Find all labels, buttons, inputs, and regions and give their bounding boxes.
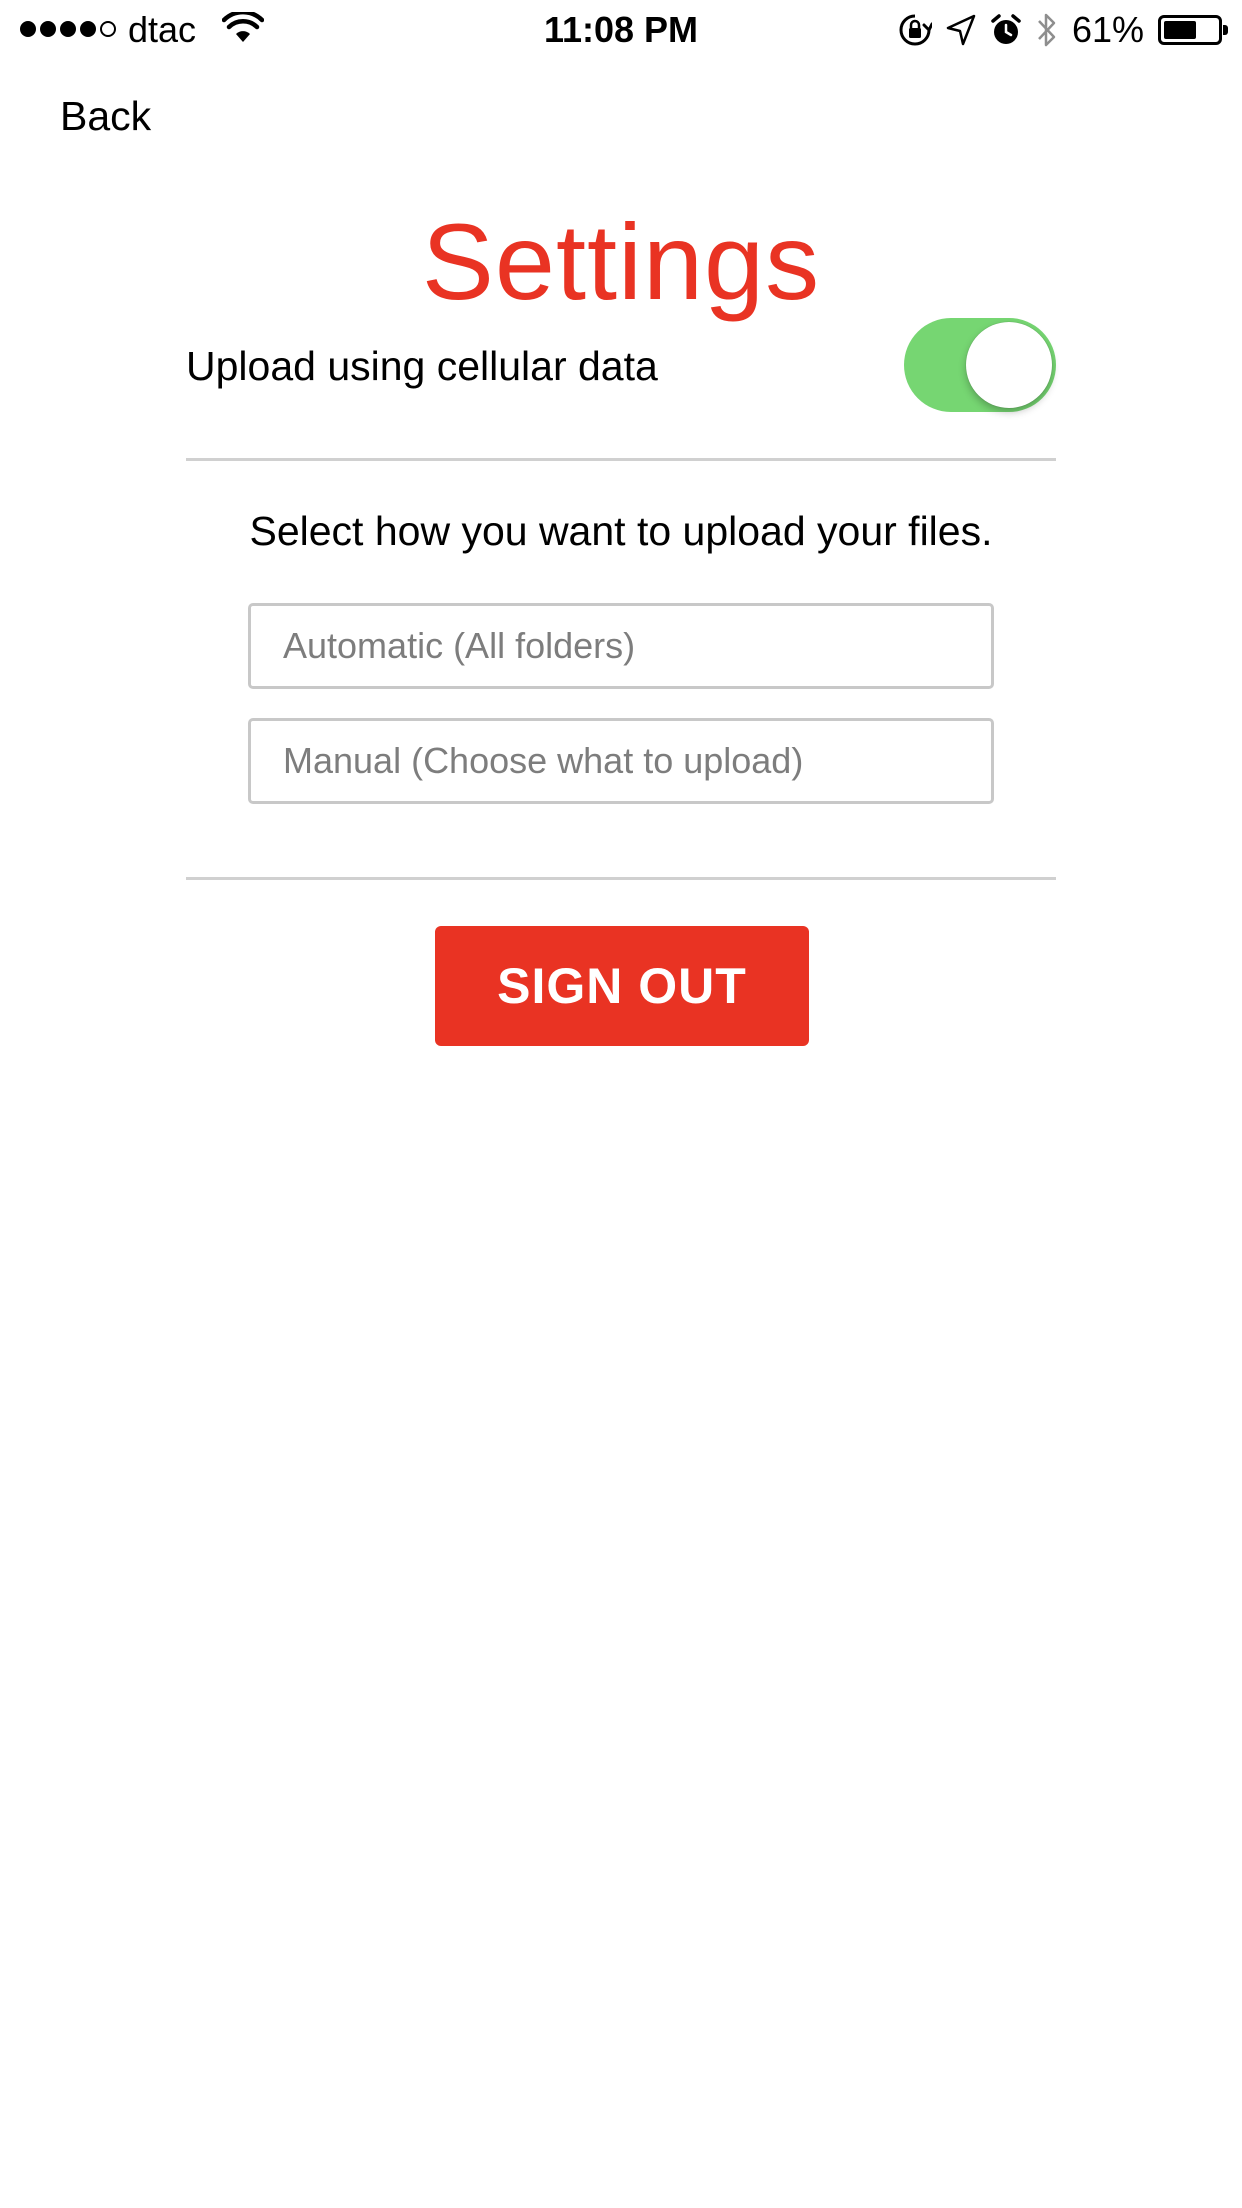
cellular-upload-toggle[interactable] — [904, 318, 1056, 412]
page-title: Settings — [421, 201, 821, 322]
location-icon — [946, 14, 976, 46]
back-button[interactable]: Back — [60, 92, 151, 140]
status-icons: 61% — [898, 10, 1228, 50]
divider — [186, 458, 1056, 461]
bluetooth-icon — [1038, 13, 1056, 47]
cellular-upload-label: Upload using cellular data — [186, 343, 658, 389]
battery-percentage: 61% — [1071, 9, 1144, 50]
manual-upload-option[interactable]: Manual (Choose what to upload) — [248, 718, 994, 804]
sign-out-button[interactable]: SIGN OUT — [435, 926, 809, 1046]
upload-mode-prompt: Select how you want to upload your files… — [249, 508, 993, 554]
status-bar: dtac 11:08 PM 61% — [0, 0, 1242, 60]
orientation-lock-icon — [899, 14, 932, 46]
cellular-upload-row: Upload using cellular data — [186, 318, 1056, 418]
battery-level — [1164, 21, 1196, 39]
toggle-knob[interactable] — [966, 322, 1052, 408]
alarm-icon — [991, 14, 1021, 44]
battery-icon — [1158, 15, 1228, 45]
divider — [186, 877, 1056, 880]
automatic-upload-option[interactable]: Automatic (All folders) — [248, 603, 994, 689]
